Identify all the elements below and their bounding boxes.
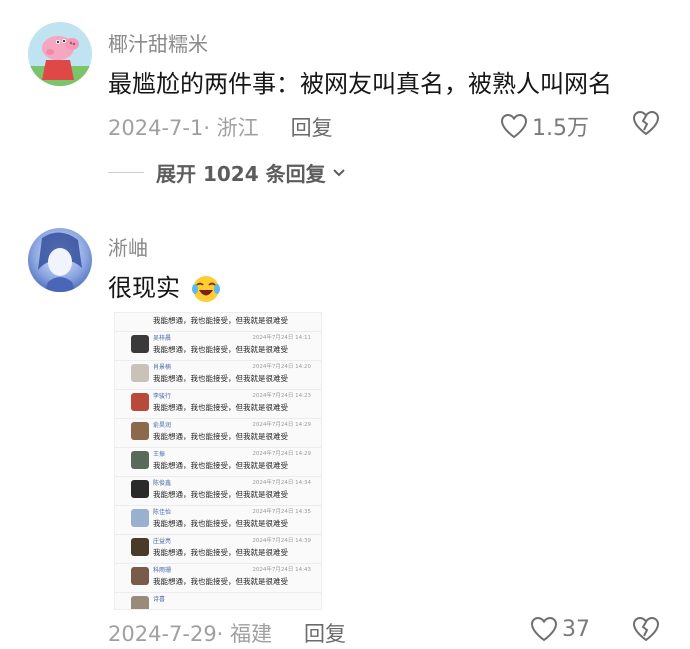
- attachment-row: 庄益亮 2024年7月24日 14:39 我能想通，我也能接受，但我就是很难受: [115, 535, 321, 564]
- attachment-msg: 我能想通，我也能接受，但我就是很难受: [153, 316, 288, 325]
- attachment-name: 科雨珊: [153, 567, 172, 574]
- attachment-date: 2024年7月24日 14:20: [252, 364, 311, 370]
- attachment-date: 2024年7月24日 14:34: [252, 480, 311, 486]
- avatar: [131, 509, 149, 527]
- dislike-button[interactable]: [632, 616, 660, 646]
- avatar: [131, 451, 149, 469]
- attachment-row: 李骏行 2024年7月24日 14:23 我能想通，我也能接受，但我就是很难受: [115, 390, 321, 419]
- date-location: 2024-7-29· 福建: [108, 622, 273, 646]
- heart-icon: [500, 113, 528, 139]
- broken-heart-icon: [632, 616, 660, 642]
- heart-icon: [530, 616, 558, 642]
- attachment-msg: 我能想通，我也能接受，但我就是很难受: [153, 519, 288, 528]
- attachment-name: 陈俊鑫: [153, 480, 172, 487]
- attachment-row: 吴梓晨 2024年7月24日 14:11 我能想通，我也能接受，但我就是很难受: [115, 332, 321, 361]
- expand-replies-button[interactable]: 展开 1024 条回复: [108, 158, 346, 187]
- attachment-date: 2024年7月24日 14:43: [252, 567, 311, 573]
- comment-list: 椰汁甜糯米 最尴尬的两件事：被网友叫真名，被熟人叫网名 2024-7-1· 浙江…: [0, 0, 690, 649]
- attachment-row: 陈佳怡 2024年7月24日 14:35 我能想通，我也能接受，但我就是很难受: [115, 506, 321, 535]
- attachment-date: 2024年7月24日 14:39: [252, 538, 311, 544]
- username[interactable]: 淅岫: [108, 232, 148, 261]
- attachment-msg: 我能想通，我也能接受，但我就是很难受: [153, 432, 288, 441]
- date-location: 2024-7-1· 浙江: [108, 116, 259, 140]
- comment-meta: 2024-7-1· 浙江 回复: [108, 112, 333, 142]
- attachment-date: 2024年7月24日 14:23: [252, 393, 311, 399]
- like-button[interactable]: 1.5万: [500, 110, 589, 142]
- image-attachment[interactable]: 我能想通，我也能接受，但我就是很难受 吴梓晨 2024年7月24日 14:11 我能…: [114, 312, 322, 610]
- avatar: [131, 393, 149, 411]
- attachment-name: 王振: [153, 451, 166, 458]
- attachment-name: 陈佳怡: [153, 509, 172, 516]
- attachment-name: 吴梓晨: [153, 335, 172, 342]
- attachment-row: 诗喜: [115, 593, 321, 609]
- like-button[interactable]: 37: [530, 616, 590, 642]
- attachment-date: 2024年7月24日 14:29: [252, 451, 311, 457]
- avatar: [131, 422, 149, 440]
- comment-meta: 2024-7-29· 福建 回复: [108, 618, 346, 648]
- attachment-name: 俞昊润: [153, 422, 172, 429]
- attachment-row: 我能想通，我也能接受，但我就是很难受: [115, 313, 321, 332]
- attachment-date: 2024年7月24日 14:29: [252, 422, 311, 428]
- attachment-msg: 我能想通，我也能接受，但我就是很难受: [153, 345, 288, 354]
- avatar: [131, 364, 149, 382]
- attachment-msg: 我能想通，我也能接受，但我就是很难受: [153, 374, 288, 383]
- divider-line: [108, 172, 144, 173]
- expand-label: 展开 1024 条回复: [156, 162, 326, 186]
- attachment-date: 2024年7月24日 14:35: [252, 509, 311, 515]
- username[interactable]: 椰汁甜糯米: [108, 28, 208, 57]
- attachment-name: 肖景楠: [153, 364, 172, 371]
- crying-laughing-emoji-icon: [191, 276, 220, 302]
- attachment-name: 李骏行: [153, 393, 172, 400]
- avatar[interactable]: [28, 228, 92, 292]
- comment-text-body: 很现实: [108, 274, 180, 302]
- comment-text: 最尴尬的两件事：被网友叫真名，被熟人叫网名: [108, 70, 612, 98]
- like-count: 37: [562, 616, 590, 642]
- comment-text: 很现实: [108, 268, 222, 305]
- broken-heart-icon: [632, 110, 660, 136]
- attachment-row: 科雨珊 2024年7月24日 14:43 我能想通，我也能接受，但我就是很难受: [115, 564, 321, 593]
- avatar: [131, 538, 149, 556]
- avatar: [131, 596, 149, 609]
- avatar: [131, 567, 149, 585]
- chevron-down-icon: [332, 168, 345, 176]
- attachment-row: 陈俊鑫 2024年7月24日 14:34 我能想通，我也能接受，但我就是很难受: [115, 477, 321, 506]
- attachment-msg: 我能想通，我也能接受，但我就是很难受: [153, 548, 288, 557]
- avatar: [131, 335, 149, 353]
- reply-button[interactable]: 回复: [304, 618, 346, 648]
- attachment-row: 肖景楠 2024年7月24日 14:20 我能想通，我也能接受，但我就是很难受: [115, 361, 321, 390]
- attachment-row: 王振 2024年7月24日 14:29 我能想通，我也能接受，但我就是很难受: [115, 448, 321, 477]
- attachment-name: 诗喜: [153, 596, 166, 603]
- attachment-date: 2024年7月24日 14:11: [252, 335, 311, 341]
- attachment-msg: 我能想通，我也能接受，但我就是很难受: [153, 577, 288, 586]
- avatar[interactable]: [28, 22, 92, 86]
- attachment-row: 俞昊润 2024年7月24日 14:29 我能想通，我也能接受，但我就是很难受: [115, 419, 321, 448]
- reply-button[interactable]: 回复: [291, 112, 333, 142]
- dislike-button[interactable]: [632, 110, 660, 140]
- avatar: [131, 480, 149, 498]
- attachment-msg: 我能想通，我也能接受，但我就是很难受: [153, 403, 288, 412]
- attachment-name: 庄益亮: [153, 538, 172, 545]
- attachment-msg: 我能想通，我也能接受，但我就是很难受: [153, 490, 288, 499]
- attachment-msg: 我能想通，我也能接受，但我就是很难受: [153, 461, 288, 470]
- like-count: 1.5万: [532, 116, 589, 141]
